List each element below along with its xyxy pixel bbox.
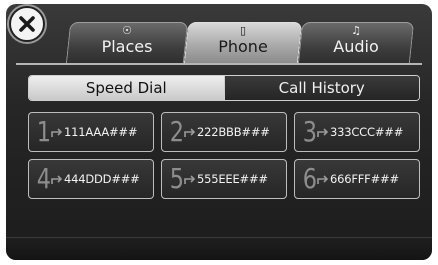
speed-dial-number: 2 (169, 115, 185, 148)
dial-arrow-icon (51, 175, 63, 184)
tab-label: Phone (218, 37, 268, 56)
music-note-icon: ♫ (351, 24, 361, 37)
speed-dial-entry: 555EEE### (197, 172, 268, 186)
phone-screen: ☉ Places ▯ Phone ♫ Audio Speed Dial Call… (6, 4, 432, 260)
tab-label: Audio (333, 37, 379, 56)
speed-dial-number: 3 (302, 115, 318, 148)
tab-places[interactable]: ☉ Places (65, 22, 189, 64)
tab-audio[interactable]: ♫ Audio (297, 22, 415, 64)
compass-icon: ☉ (122, 24, 132, 37)
speed-dial-button-3[interactable]: 3 333CCC### (294, 112, 420, 152)
speed-dial-button-1[interactable]: 1 111AAA### (28, 112, 154, 152)
call-history-button[interactable]: Call History (223, 76, 419, 100)
bottom-bar (6, 237, 432, 260)
speed-dial-button-4[interactable]: 4 444DDD### (28, 159, 154, 199)
dial-arrow-icon (51, 128, 63, 137)
speed-dial-number: 6 (302, 162, 318, 195)
speed-dial-entry: 222BBB### (197, 125, 270, 139)
speed-dial-button[interactable]: Speed Dial (29, 76, 224, 100)
dial-arrow-icon (317, 128, 329, 137)
speed-dial-entry: 111AAA### (64, 125, 138, 139)
speed-dial-button-2[interactable]: 2 222BBB### (161, 112, 287, 152)
tab-phone[interactable]: ▯ Phone (183, 22, 303, 64)
dial-arrow-icon (317, 175, 329, 184)
close-button[interactable] (9, 6, 45, 42)
speed-dial-number: 4 (36, 162, 52, 195)
speed-dial-button-5[interactable]: 5 555EEE### (161, 159, 287, 199)
view-toggle: Speed Dial Call History (28, 75, 420, 101)
tab-label: Places (101, 37, 153, 56)
speed-dial-entry: 666FFF### (330, 172, 399, 186)
speed-dial-entry: 333CCC### (330, 125, 404, 139)
close-icon (19, 16, 35, 32)
speed-dial-number: 1 (36, 115, 52, 148)
dial-arrow-icon (184, 175, 196, 184)
dial-arrow-icon (184, 128, 196, 137)
speed-dial-number: 5 (169, 162, 185, 195)
speed-dial-button-6[interactable]: 6 666FFF### (294, 159, 420, 199)
speed-dial-entry: 444DDD### (64, 172, 140, 186)
tab-divider (16, 63, 422, 65)
phone-icon: ▯ (239, 24, 247, 37)
